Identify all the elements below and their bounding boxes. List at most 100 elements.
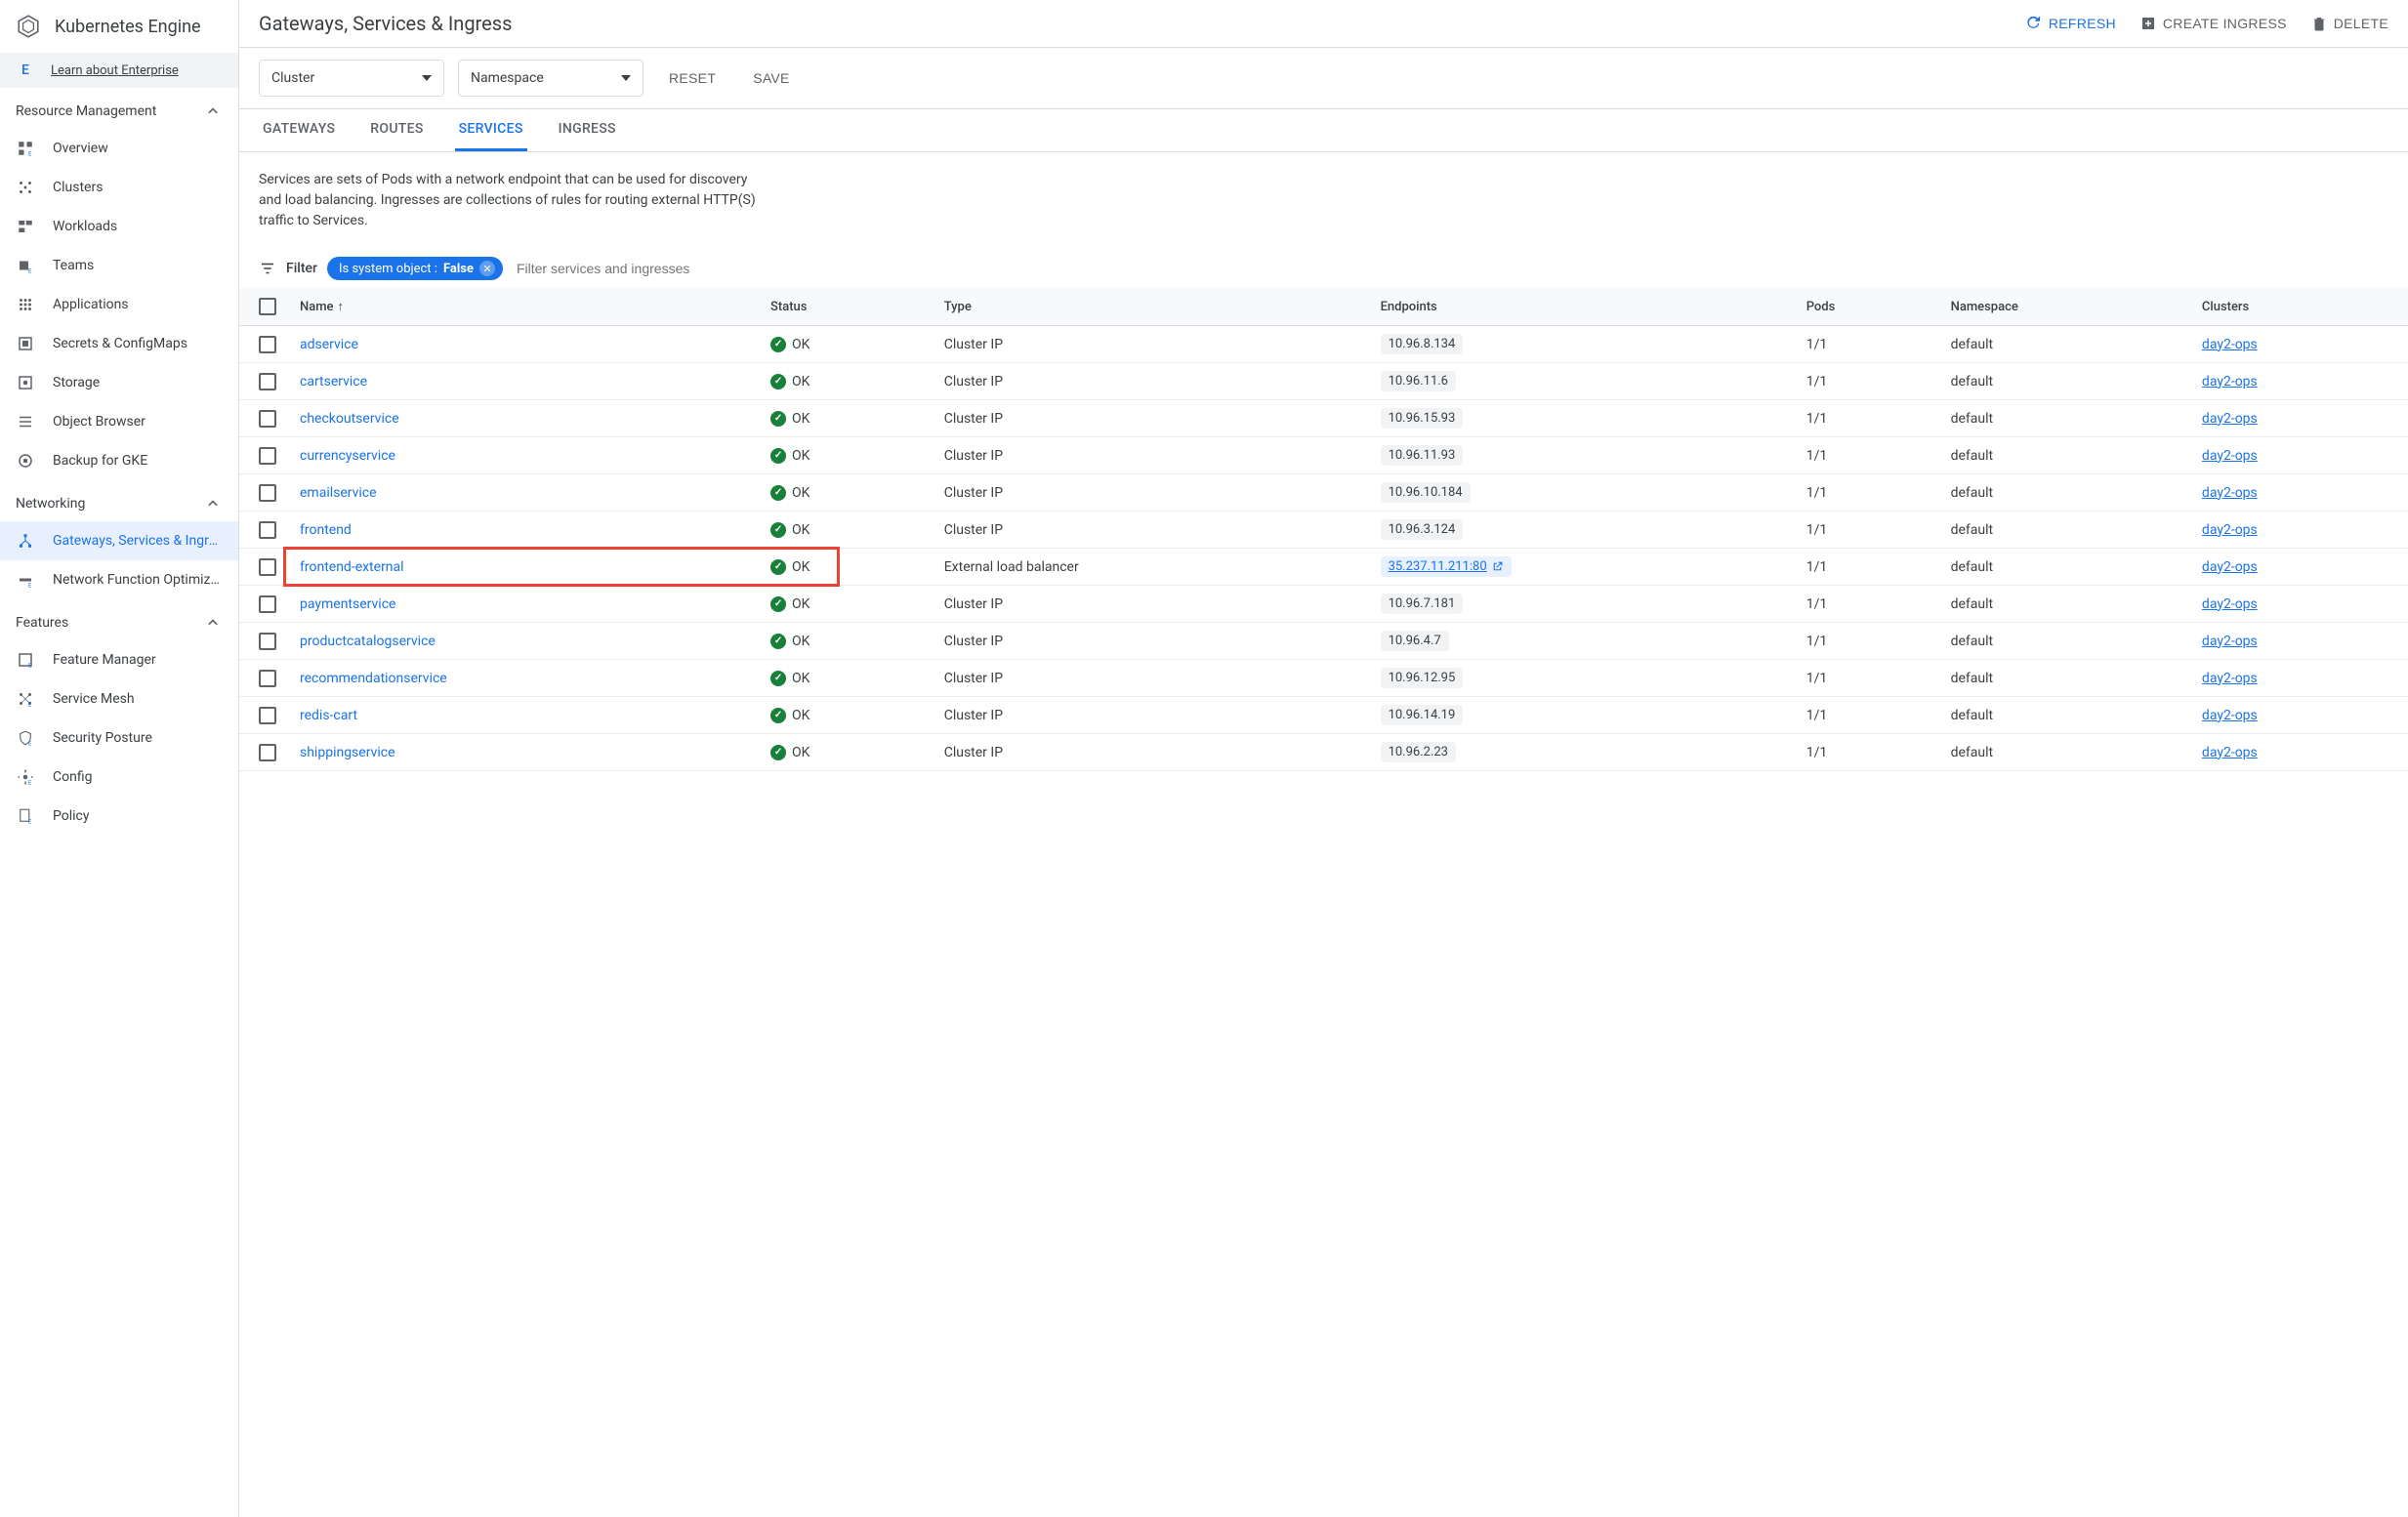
sidebar-item-policy[interactable]: EPolicy — [0, 797, 238, 836]
service-name-link[interactable]: frontend-external — [300, 559, 404, 575]
sidebar-item-storage[interactable]: Storage — [0, 363, 238, 402]
col-clusters[interactable]: Clusters — [2190, 288, 2408, 326]
delete-button[interactable]: DELETE — [2310, 15, 2388, 32]
sidebar-item-config[interactable]: EConfig — [0, 758, 238, 797]
pods-cell: 1/1 — [1795, 400, 1939, 437]
col-type[interactable]: Type — [933, 288, 1369, 326]
service-name-link[interactable]: cartservice — [300, 374, 367, 390]
select-all-checkbox[interactable] — [259, 298, 276, 315]
sidebar-item-teams[interactable]: ETeams — [0, 246, 238, 285]
create-ingress-button[interactable]: CREATE INGRESS — [2139, 15, 2287, 32]
cluster-link[interactable]: day2-ops — [2202, 411, 2258, 427]
sidebar-item-overview[interactable]: EOverview — [0, 129, 238, 168]
col-name[interactable]: Name↑ — [288, 288, 759, 326]
service-name-link[interactable]: adservice — [300, 337, 358, 352]
sidebar-item-workloads[interactable]: Workloads — [0, 207, 238, 246]
backup-icon — [16, 451, 35, 471]
tab-ingress[interactable]: INGRESS — [555, 109, 620, 151]
service-name-link[interactable]: productcatalogservice — [300, 634, 436, 649]
endpoint-chip: 10.96.15.93 — [1381, 408, 1464, 429]
cluster-link[interactable]: day2-ops — [2202, 745, 2258, 760]
reset-button[interactable]: RESET — [657, 62, 727, 94]
chip-close-icon[interactable]: ✕ — [479, 261, 495, 276]
row-checkbox[interactable] — [259, 558, 276, 576]
cluster-link[interactable]: day2-ops — [2202, 374, 2258, 390]
sidebar-item-gateways-services-ingress[interactable]: Gateways, Services & Ingre… — [0, 521, 238, 560]
col-status[interactable]: Status — [759, 288, 933, 326]
service-name-link[interactable]: redis-cart — [300, 708, 357, 723]
page-title: Gateways, Services & Ingress — [259, 12, 512, 35]
service-name-link[interactable]: shippingservice — [300, 745, 395, 760]
cluster-link[interactable]: day2-ops — [2202, 522, 2258, 538]
row-checkbox[interactable] — [259, 707, 276, 724]
service-name-link[interactable]: frontend — [300, 522, 352, 538]
save-button[interactable]: SAVE — [741, 62, 802, 94]
enterprise-badge: E — [16, 62, 35, 78]
row-checkbox[interactable] — [259, 521, 276, 539]
status-text: OK — [792, 411, 810, 427]
feature-manager-icon: E — [16, 650, 35, 670]
dropdown-arrow-icon — [422, 75, 432, 81]
sidebar-item-secrets[interactable]: Secrets & ConfigMaps — [0, 324, 238, 363]
service-name-link[interactable]: currencyservice — [300, 448, 395, 464]
enterprise-banner[interactable]: E Learn about Enterprise — [0, 53, 238, 88]
namespace-dropdown[interactable]: Namespace — [458, 60, 644, 97]
sidebar-item-label: Security Posture — [53, 730, 152, 746]
endpoint-external-link[interactable]: 35.237.11.211:80 — [1389, 559, 1504, 574]
filter-input[interactable] — [513, 257, 2388, 280]
sidebar-item-backup[interactable]: Backup for GKE — [0, 441, 238, 480]
cluster-link[interactable]: day2-ops — [2202, 559, 2258, 575]
services-table: Name↑ Status Type Endpoints Pods Namespa… — [239, 288, 2408, 771]
row-checkbox[interactable] — [259, 595, 276, 613]
sidebar-item-network-function[interactable]: ENetwork Function Optimiz… — [0, 560, 238, 599]
sidebar-item-label: Policy — [53, 808, 90, 824]
cluster-link[interactable]: day2-ops — [2202, 448, 2258, 464]
status-text: OK — [792, 522, 810, 538]
row-checkbox[interactable] — [259, 670, 276, 687]
row-checkbox[interactable] — [259, 484, 276, 502]
sidebar-item-object-browser[interactable]: Object Browser — [0, 402, 238, 441]
cluster-link[interactable]: day2-ops — [2202, 337, 2258, 352]
namespace-cell: default — [1939, 400, 2190, 437]
sidebar-item-service-mesh[interactable]: EService Mesh — [0, 679, 238, 718]
section-features[interactable]: Features — [0, 599, 238, 640]
status-ok-icon — [770, 522, 786, 538]
col-namespace[interactable]: Namespace — [1939, 288, 2190, 326]
row-checkbox[interactable] — [259, 447, 276, 465]
row-checkbox[interactable] — [259, 744, 276, 761]
cluster-link[interactable]: day2-ops — [2202, 671, 2258, 686]
row-checkbox[interactable] — [259, 410, 276, 428]
sidebar-item-label: Gateways, Services & Ingre… — [53, 533, 223, 549]
service-name-link[interactable]: emailservice — [300, 485, 377, 501]
col-endpoints[interactable]: Endpoints — [1369, 288, 1795, 326]
cluster-link[interactable]: day2-ops — [2202, 485, 2258, 501]
cluster-link[interactable]: day2-ops — [2202, 708, 2258, 723]
sidebar-item-clusters[interactable]: Clusters — [0, 168, 238, 207]
sidebar-item-feature-manager[interactable]: EFeature Manager — [0, 640, 238, 679]
namespace-cell: default — [1939, 363, 2190, 400]
chevron-up-icon — [203, 494, 223, 513]
sidebar-item-security-posture[interactable]: ESecurity Posture — [0, 718, 238, 758]
service-name-link[interactable]: recommendationservice — [300, 671, 447, 686]
table-row: shippingservice OK Cluster IP 10.96.2.23… — [239, 734, 2408, 771]
table-row: redis-cart OK Cluster IP 10.96.14.19 1/1… — [239, 697, 2408, 734]
tab-services[interactable]: SERVICES — [455, 109, 527, 151]
filter-chip[interactable]: Is system object : False ✕ — [327, 257, 503, 280]
refresh-button[interactable]: REFRESH — [2025, 15, 2116, 32]
row-checkbox[interactable] — [259, 633, 276, 650]
tab-routes[interactable]: ROUTES — [366, 109, 427, 151]
cluster-dropdown[interactable]: Cluster — [259, 60, 444, 97]
section-networking[interactable]: Networking — [0, 480, 238, 521]
sidebar-item-label: Applications — [53, 297, 129, 312]
cluster-link[interactable]: day2-ops — [2202, 634, 2258, 649]
section-resource-management[interactable]: Resource Management — [0, 88, 238, 129]
enterprise-link[interactable]: Learn about Enterprise — [51, 63, 179, 78]
sidebar-item-applications[interactable]: Applications — [0, 285, 238, 324]
service-name-link[interactable]: paymentservice — [300, 596, 395, 612]
tab-gateways[interactable]: GATEWAYS — [259, 109, 339, 151]
row-checkbox[interactable] — [259, 373, 276, 390]
cluster-link[interactable]: day2-ops — [2202, 596, 2258, 612]
row-checkbox[interactable] — [259, 336, 276, 353]
col-pods[interactable]: Pods — [1795, 288, 1939, 326]
service-name-link[interactable]: checkoutservice — [300, 411, 399, 427]
